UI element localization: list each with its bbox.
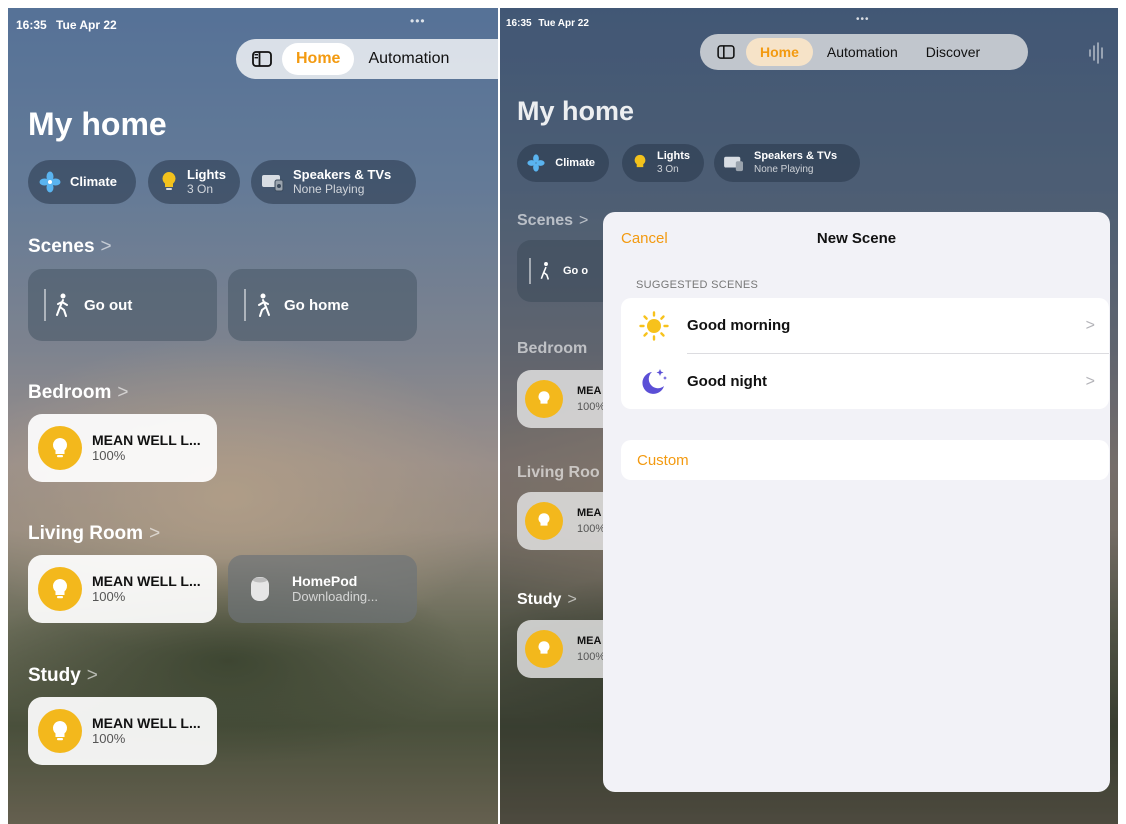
room-header-bedroom: Bedroom	[517, 340, 588, 357]
left-home-screen: 16:35 Tue Apr 22 ••• Home Automation My …	[8, 8, 498, 824]
status-bar: 16:35 Tue Apr 22	[16, 18, 117, 32]
chip-sub: 3 On	[187, 182, 214, 196]
lightbulb-icon	[525, 502, 563, 540]
sun-icon	[637, 309, 671, 343]
walking-person-icon	[540, 262, 550, 280]
chip-label: Climate	[555, 157, 595, 169]
tab-home[interactable]: Home	[746, 38, 813, 66]
homepod-tile[interactable]: HomePod Downloading...	[228, 555, 417, 623]
custom-scene-group: Custom	[621, 440, 1109, 480]
new-scene-sheet: New Scene Cancel SUGGESTED SCENES Good m…	[603, 212, 1110, 792]
chevron-right-icon: >	[1085, 372, 1095, 390]
custom-scene-button[interactable]: Custom	[621, 440, 1109, 480]
accessory-status: 100%	[92, 589, 126, 604]
tab-discover[interactable]: Discover	[912, 36, 994, 68]
chevron-right-icon: >	[86, 665, 98, 686]
walking-person-icon	[258, 293, 270, 317]
lightbulb-icon	[38, 426, 82, 470]
scenes-header[interactable]: Scenes >	[28, 236, 112, 258]
sheet-title: New Scene	[816, 230, 897, 247]
chip-label: Speakers & TVs	[754, 150, 838, 162]
sidebar-toggle-button[interactable]	[706, 36, 746, 68]
chip-label: Speakers & TVs	[293, 167, 392, 182]
room-header-living-room: Living Roo	[517, 464, 600, 481]
accessory-status: Downloading...	[292, 589, 378, 604]
lights-chip[interactable]: Lights 3 On	[622, 144, 704, 182]
scene-good-night-row[interactable]: Good night >	[621, 354, 1109, 409]
chevron-right-icon: >	[149, 523, 161, 544]
fan-icon	[38, 170, 62, 194]
speakers-tv-icon	[722, 151, 746, 175]
suggested-scenes-header: SUGGESTED SCENES	[636, 279, 759, 291]
accessory-status: 100%	[92, 448, 126, 463]
lightbulb-icon	[525, 630, 563, 668]
suggested-scenes-list: Good morning > Good night >	[621, 298, 1109, 409]
page-title: My home	[517, 96, 635, 126]
right-new-scene-screen: 16:35 Tue Apr 22 ••• Home Automation Dis…	[500, 8, 1118, 824]
speakers-tv-icon	[261, 170, 285, 194]
multitask-dots-icon[interactable]: •••	[410, 14, 426, 28]
multitask-dots-icon[interactable]: •••	[856, 14, 870, 25]
chip-sub: None Playing	[293, 182, 365, 196]
top-tab-bar: Home Automation Discover	[700, 34, 1028, 70]
status-date: Tue Apr 22	[56, 18, 117, 32]
accessory-name: MEAN WELL L...	[92, 573, 201, 589]
climate-chip[interactable]: Climate	[28, 160, 136, 204]
accessory-tile[interactable]: MEAN WELL L... 100%	[28, 697, 217, 765]
tab-automation[interactable]: Automation	[813, 36, 912, 68]
chevron-right-icon: >	[117, 382, 129, 403]
chip-label: Lights	[187, 167, 226, 182]
accessory-name: MEAN WELL L...	[92, 715, 201, 731]
waveform-icon[interactable]	[1088, 42, 1106, 64]
accessory-name: MEAN WELL L...	[92, 432, 201, 448]
accessory-tile[interactable]: MEAN WELL L... 100%	[28, 555, 217, 623]
lightbulb-icon	[38, 567, 82, 611]
scene-label: Go out	[84, 296, 133, 314]
scene-label: Good morning	[687, 317, 791, 334]
sidebar-icon	[252, 51, 272, 67]
lightbulb-icon	[158, 170, 179, 194]
room-header-living-room[interactable]: Living Room >	[28, 523, 160, 545]
moon-stars-icon	[637, 365, 671, 399]
scenes-header: Scenes >	[517, 212, 589, 229]
climate-chip[interactable]: Climate	[517, 144, 609, 182]
sidebar-icon	[717, 45, 735, 59]
scene-go-out[interactable]: Go out	[28, 269, 217, 341]
chip-sub: None Playing	[754, 164, 814, 175]
room-header-bedroom[interactable]: Bedroom >	[28, 382, 129, 404]
status-time: 16:35	[16, 18, 47, 32]
sidebar-toggle-button[interactable]	[242, 43, 282, 75]
scene-good-morning-row[interactable]: Good morning >	[621, 298, 1109, 353]
chevron-right-icon: >	[100, 236, 112, 257]
lights-chip[interactable]: Lights 3 On	[148, 160, 240, 204]
accessory-name: HomePod	[292, 573, 358, 589]
status-date: Tue Apr 22	[538, 18, 589, 29]
scene-label: Good night	[687, 373, 767, 390]
chip-label: Climate	[70, 174, 117, 189]
room-header-study[interactable]: Study >	[28, 665, 98, 687]
chevron-right-icon: >	[1085, 316, 1095, 334]
tab-automation[interactable]: Automation	[354, 43, 463, 75]
tab-home[interactable]: Home	[282, 43, 355, 75]
fan-icon	[525, 151, 547, 175]
homepod-icon	[238, 567, 282, 611]
lightbulb-icon	[38, 709, 82, 753]
walking-person-icon	[56, 293, 68, 317]
accessory-tile[interactable]: MEAN WELL L... 100%	[28, 414, 217, 482]
speakers-tvs-chip[interactable]: Speakers & TVs None Playing	[251, 160, 416, 204]
status-bar: 16:35 Tue Apr 22	[506, 18, 589, 29]
page-title: My home	[28, 106, 167, 142]
chip-sub: 3 On	[657, 164, 679, 175]
chip-label: Lights	[657, 150, 690, 162]
speakers-tvs-chip[interactable]: Speakers & TVs None Playing	[714, 144, 860, 182]
scene-go-home[interactable]: Go home	[228, 269, 417, 341]
accessory-status: 100%	[92, 731, 126, 746]
status-time: 16:35	[506, 18, 532, 29]
room-header-study: Study >	[517, 591, 577, 608]
cancel-button[interactable]: Cancel	[621, 230, 668, 247]
top-tab-bar: Home Automation	[236, 39, 498, 79]
lightbulb-icon	[630, 151, 649, 175]
scene-label: Go home	[284, 296, 350, 314]
lightbulb-icon	[525, 380, 563, 418]
